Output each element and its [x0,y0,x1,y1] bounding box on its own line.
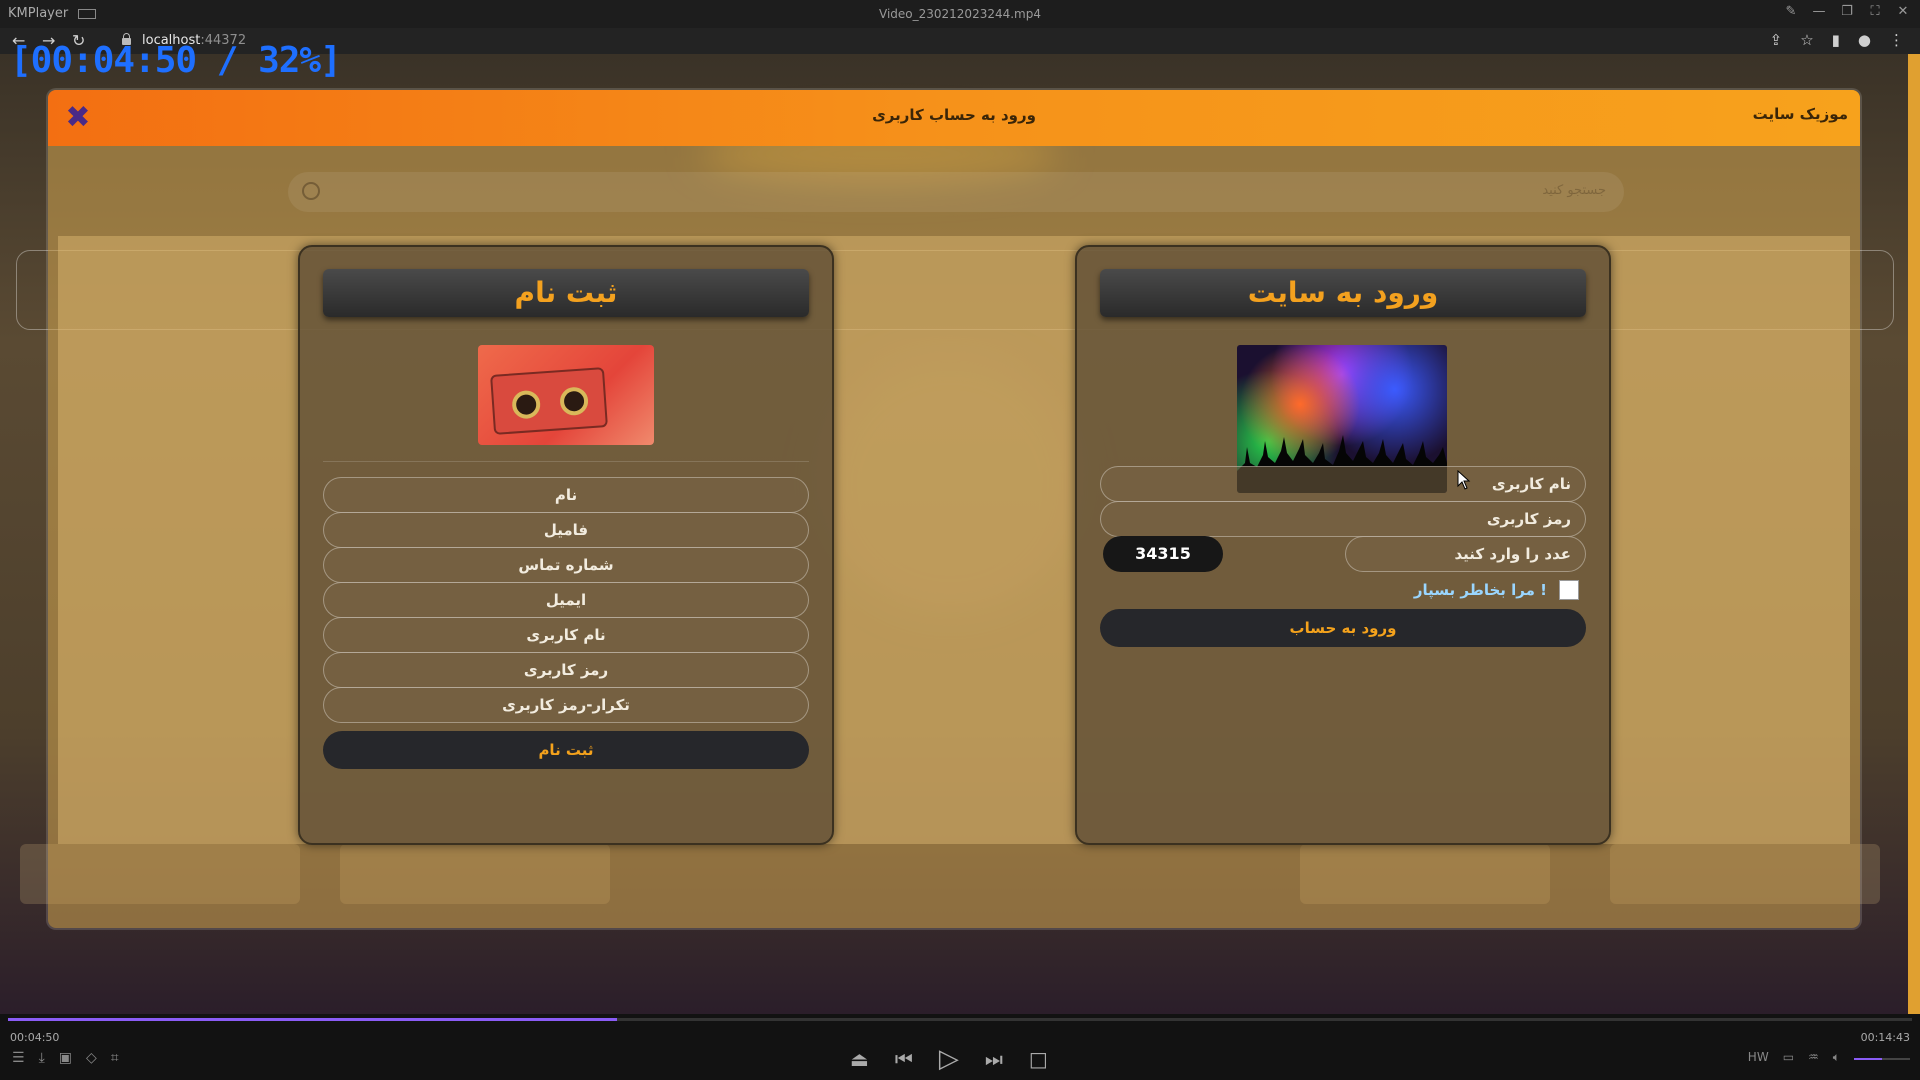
stop-icon[interactable]: □ [1029,1047,1048,1071]
register-password-confirm-field[interactable]: تکرار-رمز کاربری [323,687,809,723]
cassette-shell [490,367,608,435]
side-panel-icon[interactable]: ▮ [1832,31,1840,49]
register-username-field[interactable]: نام کاربری [323,617,809,653]
player-left-tools: ☰ ⤓ ▣ ◇ ⌗ [12,1050,119,1066]
mouse-cursor-icon [1457,470,1471,490]
cassette-reel [511,389,542,420]
player-title-bar: KMPlayer Video_230212023244.mp4 ✎ — ❐ ⛶ … [0,0,1920,28]
download-icon[interactable]: ⤓ [39,1050,45,1066]
search-placeholder: جستجو کنید [1542,183,1606,198]
3d-icon[interactable]: ◇ [86,1050,97,1066]
share-icon[interactable]: ⇪ [1770,31,1783,49]
remember-me-checkbox[interactable] [1559,580,1579,600]
captcha-code: 34315 [1103,536,1223,572]
modal-header: ورود به حساب کاربری ✖ موزیک سایت [48,90,1860,146]
register-first-name-field[interactable]: نام [323,477,809,513]
page-scrollbar[interactable] [1908,54,1920,1014]
restore-icon[interactable]: ❐ [1840,4,1854,19]
subtitle-icon[interactable]: ▭ [1783,1050,1794,1065]
register-panel: ثبت نام نام فامیل شماره تماس ایمیل نام ک… [298,245,834,845]
cassette-reel [559,386,590,417]
login-heading: ورود به سایت [1100,269,1586,317]
register-email-field[interactable]: ایمیل [323,582,809,618]
eject-icon[interactable]: ⏏ [850,1047,869,1071]
search-icon [302,182,320,200]
timecode-overlay: [00:04:50 / 32%] [10,40,342,81]
browser-actions: ⇪ ☆ ▮ ● ⋮ [1770,31,1904,49]
login-username-field[interactable]: نام کاربری [1100,466,1586,502]
seek-bar[interactable] [8,1018,1912,1021]
modal-title: ورود به حساب کاربری [872,106,1036,124]
login-modal: ورود به حساب کاربری ✖ موزیک سایت جستجو ک… [48,90,1860,928]
seek-bar-fill [8,1018,618,1021]
current-time: 00:04:50 [10,1031,60,1044]
login-panel: ورود به سایت نام کاربری رمز کاربری عدد ر… [1075,245,1611,845]
close-window-icon[interactable]: ✕ [1896,4,1910,19]
next-icon[interactable]: ⏭ [985,1047,1003,1071]
volume-slider[interactable] [1854,1058,1910,1060]
bookmark-star-icon[interactable]: ☆ [1800,31,1813,49]
hw-decode-icon[interactable]: HW [1748,1050,1769,1065]
captcha-input[interactable]: عدد را وارد کنید [1345,536,1586,572]
register-phone-field[interactable]: شماره تماس [323,547,809,583]
remember-me-label: مرا بخاطر بسپار ! [1413,581,1547,599]
playback-controls: ⏏ ⏮ ▷ ⏭ □ [850,1044,1048,1074]
register-button[interactable]: ثبت نام [323,731,809,769]
fullscreen-icon[interactable]: ⛶ [1868,4,1882,19]
search-input[interactable]: جستجو کنید [288,172,1624,212]
player-controls: 00:04:50 00:14:43 ☰ ⤓ ▣ ◇ ⌗ ⏏ ⏮ ▷ ⏭ □ HW… [0,1014,1920,1080]
menu-kebab-icon[interactable]: ⋮ [1889,31,1904,49]
capture-icon[interactable]: ⌗ [111,1050,119,1066]
volume-slider-fill [1854,1058,1882,1060]
window-controls: ✎ — ❐ ⛶ ✕ [1784,4,1910,19]
minimize-icon[interactable]: — [1812,4,1826,19]
play-icon[interactable]: ▷ [939,1044,959,1074]
total-time: 00:14:43 [1860,1031,1910,1044]
audio-wave-icon[interactable]: ♒ [1808,1050,1819,1065]
site-name: موزیک سایت [1752,105,1848,123]
register-password-field[interactable]: رمز کاربری [323,652,809,688]
remember-me[interactable]: مرا بخاطر بسپار ! [1414,578,1579,602]
close-icon[interactable]: ✖ [58,98,98,138]
register-heading: ثبت نام [323,269,809,317]
login-button[interactable]: ورود به حساب [1100,609,1586,647]
divider [323,461,809,462]
vr-icon[interactable]: ▣ [59,1050,72,1066]
login-password-field[interactable]: رمز کاربری [1100,501,1586,537]
register-last-name-field[interactable]: فامیل [323,512,809,548]
cassette-image [478,345,654,445]
playlist-icon[interactable]: ☰ [12,1050,25,1066]
player-right-tools: HW ▭ ♒ 🔈︎ [1748,1050,1840,1065]
profile-icon[interactable]: ● [1858,31,1871,49]
pin-icon[interactable]: ✎ [1784,4,1798,19]
previous-icon[interactable]: ⏮ [895,1047,913,1071]
volume-icon[interactable]: 🔈︎ [1833,1050,1840,1065]
file-name: Video_230212023244.mp4 [879,7,1041,21]
